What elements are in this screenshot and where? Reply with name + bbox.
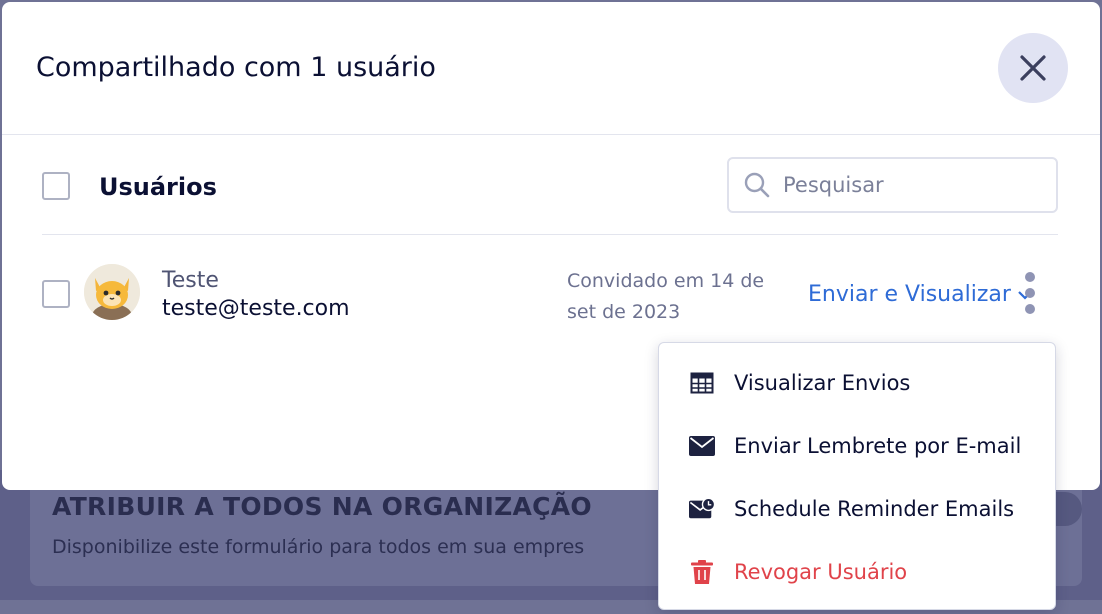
close-icon — [1020, 55, 1046, 81]
avatar — [84, 264, 140, 320]
menu-item-label: Revogar Usuário — [734, 560, 908, 584]
invited-date-line-1: Convidado em 14 de — [567, 270, 765, 292]
users-toolbar: Usuários — [2, 136, 1100, 236]
search-input[interactable] — [783, 173, 1043, 197]
invited-date-line-2: set de 2023 — [567, 301, 681, 323]
trash-icon — [689, 559, 715, 585]
assign-all-title: ATRIBUIR A TODOS NA ORGANIZAÇÃO — [52, 492, 592, 521]
select-all-checkbox[interactable] — [42, 172, 70, 200]
menu-item-label: Visualizar Envios — [734, 371, 911, 395]
menu-item-schedule-reminder[interactable]: Schedule Reminder Emails — [659, 478, 1055, 540]
users-heading: Usuários — [99, 173, 217, 201]
user-row-checkbox[interactable] — [42, 280, 70, 308]
user-email: teste@teste.com — [162, 296, 350, 321]
invited-date: Convidado em 14 de set de 2023 — [567, 266, 777, 328]
modal-header: Compartilhado com 1 usuário — [2, 2, 1100, 135]
row-actions-menu: Visualizar Envios Enviar Lembrete por E-… — [658, 342, 1056, 610]
close-button[interactable] — [998, 33, 1068, 103]
menu-item-label: Enviar Lembrete por E-mail — [734, 434, 1022, 458]
modal-title: Compartilhado com 1 usuário — [36, 52, 436, 83]
user-name: Teste — [162, 268, 219, 293]
more-options-button[interactable] — [1022, 272, 1038, 314]
envelope-icon — [689, 433, 715, 459]
menu-item-send-reminder[interactable]: Enviar Lembrete por E-mail — [659, 415, 1055, 477]
permission-dropdown[interactable]: Enviar e Visualizar — [808, 282, 1011, 307]
assign-all-description: Disponibilize este formulário para todos… — [52, 536, 585, 558]
search-icon — [744, 172, 770, 198]
table-icon — [689, 370, 715, 396]
menu-item-label: Schedule Reminder Emails — [734, 497, 1015, 521]
list-divider — [42, 234, 1058, 235]
menu-item-revoke-user[interactable]: Revogar Usuário — [659, 541, 1055, 603]
search-box[interactable] — [727, 157, 1058, 213]
avatar-cat-image — [84, 264, 140, 320]
kebab-dot — [1025, 272, 1035, 282]
kebab-dot — [1025, 288, 1035, 298]
envelope-clock-icon — [689, 496, 715, 522]
kebab-dot — [1025, 304, 1035, 314]
menu-item-view-submissions[interactable]: Visualizar Envios — [659, 352, 1055, 414]
